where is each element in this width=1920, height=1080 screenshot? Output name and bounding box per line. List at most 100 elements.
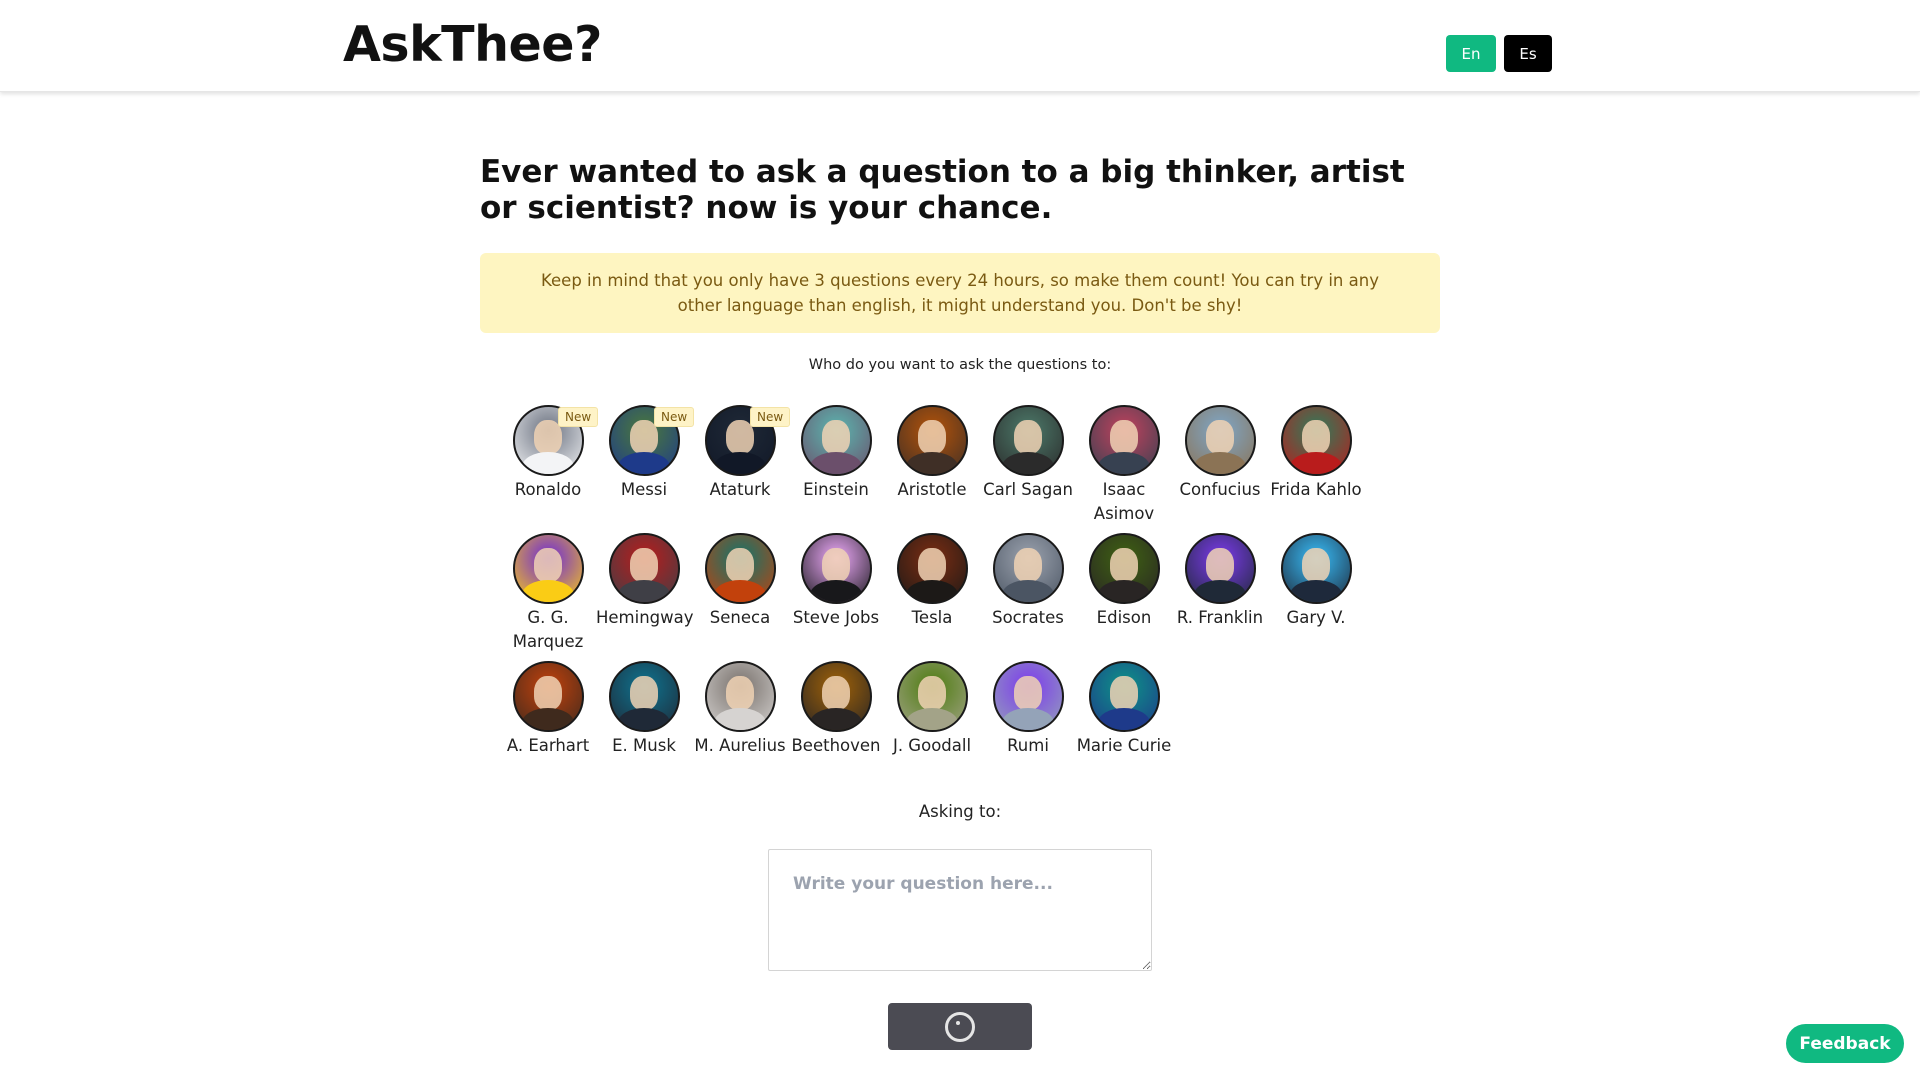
persona-name: A. Earhart: [506, 736, 590, 755]
avatar-body: [1002, 580, 1054, 602]
persona-name: Ataturk: [709, 480, 771, 499]
avatar-body: [1098, 580, 1150, 602]
avatar-face: [1014, 420, 1042, 455]
avatar-body: [810, 452, 862, 474]
avatar-face: [534, 676, 562, 711]
avatar-face: [822, 420, 850, 455]
persona-option[interactable]: Frida Kahlo: [1268, 405, 1364, 502]
persona-avatar[interactable]: [992, 661, 1064, 732]
persona-avatar[interactable]: [896, 405, 968, 476]
persona-name: M. Aurelius: [694, 736, 786, 755]
avatar-face: [1014, 676, 1042, 711]
persona-name: Steve Jobs: [792, 608, 880, 627]
persona-avatar[interactable]: [800, 661, 872, 732]
persona-avatar[interactable]: [1088, 533, 1160, 604]
persona-avatar[interactable]: [1184, 405, 1256, 476]
persona-option[interactable]: Einstein: [788, 405, 884, 502]
persona-option[interactable]: A. Earhart: [500, 661, 596, 758]
persona-option[interactable]: M. Aurelius: [692, 661, 788, 758]
avatar-body: [1002, 452, 1054, 474]
persona-avatar[interactable]: [992, 405, 1064, 476]
submit-question-button[interactable]: [888, 1003, 1032, 1050]
language-en-button[interactable]: En: [1446, 35, 1496, 72]
persona-avatar[interactable]: [800, 533, 872, 604]
persona-name: Aristotle: [897, 480, 967, 499]
persona-option[interactable]: E. Musk: [596, 661, 692, 758]
persona-name: Ronaldo: [514, 480, 582, 499]
persona-option[interactable]: Steve Jobs: [788, 533, 884, 630]
persona-name: Rumi: [1007, 736, 1049, 755]
avatar-face: [918, 548, 946, 583]
avatar-body: [618, 452, 670, 474]
page-headline: Ever wanted to ask a question to a big t…: [480, 154, 1405, 226]
persona-name: R. Franklin: [1176, 608, 1264, 627]
avatar-face: [726, 676, 754, 711]
usage-notice: Keep in mind that you only have 3 questi…: [480, 253, 1440, 333]
persona-name: E. Musk: [612, 736, 676, 755]
persona-option[interactable]: Aristotle: [884, 405, 980, 502]
avatar-body: [810, 708, 862, 730]
persona-avatar[interactable]: [608, 661, 680, 732]
persona-avatar[interactable]: [512, 533, 584, 604]
persona-name: Marie Curie: [1076, 736, 1172, 755]
new-badge: New: [558, 407, 599, 427]
persona-option[interactable]: Beethoven: [788, 661, 884, 758]
persona-select-label: Who do you want to ask the questions to:: [808, 357, 1112, 373]
persona-option[interactable]: G. G. Marquez: [500, 533, 596, 654]
persona-avatar[interactable]: [1184, 533, 1256, 604]
persona-option[interactable]: Marie Curie: [1076, 661, 1172, 758]
persona-name: Frida Kahlo: [1270, 480, 1362, 499]
persona-option[interactable]: New Ataturk: [692, 405, 791, 502]
new-badge: New: [654, 407, 695, 427]
persona-avatar[interactable]: [896, 661, 968, 732]
persona-name: Carl Sagan: [983, 480, 1073, 499]
persona-avatar[interactable]: [1088, 405, 1160, 476]
avatar-face: [534, 548, 562, 583]
persona-option[interactable]: Carl Sagan: [980, 405, 1076, 502]
persona-avatar[interactable]: [1280, 405, 1352, 476]
feedback-button[interactable]: Feedback: [1786, 1024, 1904, 1063]
persona-avatar[interactable]: [992, 533, 1064, 604]
avatar-face: [918, 420, 946, 455]
persona-option[interactable]: New Messi: [596, 405, 695, 502]
persona-name: Gary V.: [1286, 608, 1346, 627]
persona-option[interactable]: Hemingway: [596, 533, 694, 630]
persona-name: Isaac Asimov: [1093, 480, 1155, 523]
avatar-body: [1194, 452, 1246, 474]
avatar-face: [918, 676, 946, 711]
persona-avatar[interactable]: [800, 405, 872, 476]
avatar-body: [618, 708, 670, 730]
persona-option[interactable]: Socrates: [980, 533, 1076, 630]
persona-name: Beethoven: [791, 736, 881, 755]
persona-option[interactable]: Seneca: [692, 533, 788, 630]
persona-avatar[interactable]: [704, 533, 776, 604]
persona-option[interactable]: R. Franklin: [1172, 533, 1268, 630]
persona-name: Confucius: [1179, 480, 1261, 499]
persona-option[interactable]: Tesla: [884, 533, 980, 630]
question-input[interactable]: [768, 849, 1152, 971]
asking-to-label: Asking to:: [918, 802, 1002, 821]
persona-name: Hemingway: [596, 608, 694, 627]
persona-avatar[interactable]: [704, 661, 776, 732]
persona-name: Edison: [1096, 608, 1152, 627]
persona-avatar[interactable]: [512, 661, 584, 732]
persona-avatar[interactable]: [896, 533, 968, 604]
persona-avatar[interactable]: [1088, 661, 1160, 732]
persona-option[interactable]: Confucius: [1172, 405, 1268, 502]
avatar-face: [1206, 420, 1234, 455]
app-logo[interactable]: AskThee?: [343, 16, 602, 73]
persona-option[interactable]: Rumi: [980, 661, 1076, 758]
avatar-face: [1110, 420, 1138, 455]
persona-option[interactable]: Isaac Asimov: [1076, 405, 1172, 526]
persona-avatar[interactable]: [1280, 533, 1352, 604]
top-header: AskThee? En Es: [0, 0, 1920, 92]
persona-option[interactable]: Gary V.: [1268, 533, 1364, 630]
persona-option[interactable]: Edison: [1076, 533, 1172, 630]
persona-avatar[interactable]: [608, 533, 680, 604]
avatar-body: [714, 452, 766, 474]
persona-option[interactable]: J. Goodall: [884, 661, 980, 758]
language-es-button[interactable]: Es: [1504, 35, 1552, 72]
persona-option[interactable]: New Ronaldo: [500, 405, 599, 502]
avatar-body: [714, 708, 766, 730]
avatar-face: [822, 548, 850, 583]
